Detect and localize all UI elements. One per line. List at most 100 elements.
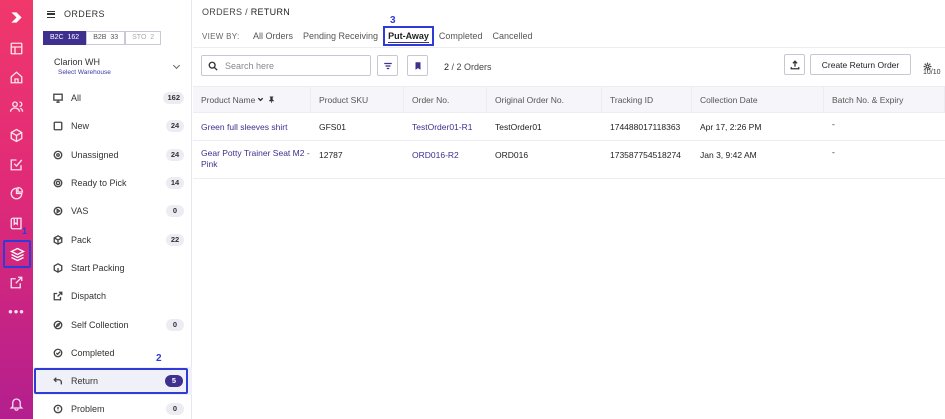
orders-sidebar: ORDERS B2C 162 B2B 33 STO 2 Clarion WH S…	[33, 0, 192, 419]
chevron-down-icon[interactable]	[172, 61, 181, 70]
monitor-icon	[53, 93, 63, 103]
count-badge: 24	[166, 148, 184, 161]
count-badge: 0	[166, 403, 184, 416]
app-root: ••• 1 ORDERS B2C 162 B2B 33 STO 2 Clario…	[0, 0, 945, 419]
orders-layers-icon[interactable]	[3, 240, 31, 268]
sidebar-item-unassigned[interactable]: Unassigned 24	[33, 141, 192, 169]
search-box[interactable]	[201, 55, 371, 76]
home-icon[interactable]	[7, 68, 26, 87]
search-input[interactable]	[225, 60, 365, 71]
users-icon[interactable]	[7, 97, 26, 116]
returns-table: Product Name Product SKU Order No. Origi…	[193, 86, 945, 179]
sidebar-item-dispatch[interactable]: Dispatch	[33, 282, 192, 310]
tab-pending-receiving[interactable]: Pending Receiving	[298, 26, 383, 46]
sidebar-item-new[interactable]: New 24	[33, 112, 192, 140]
sidebar-item-label: Ready to Pick	[71, 178, 127, 189]
brand-logo-icon[interactable]	[7, 8, 26, 27]
sidebar-item-pack[interactable]: Pack 22	[33, 225, 192, 253]
sidebar-item-vas[interactable]: VAS 0	[33, 197, 192, 225]
column-settings-icon[interactable]	[923, 58, 932, 71]
filter-icon	[383, 62, 392, 69]
col-product-sku[interactable]: Product SKU	[311, 87, 404, 112]
more-dots-icon[interactable]: •••	[7, 302, 26, 321]
count-badge: 14	[166, 177, 184, 190]
sidebar-item-all[interactable]: All 162	[33, 84, 192, 112]
warehouse-selector[interactable]: Clarion WH Select Warehouse	[54, 57, 111, 76]
col-order-no[interactable]: Order No.	[404, 87, 487, 112]
sidebar-title: ORDERS	[64, 9, 105, 19]
column-count: 10/10	[923, 69, 941, 76]
bookmark-button[interactable]	[407, 55, 428, 76]
sidebar-nav: All 162 New 24 Unassigned 24 Ready to Pi…	[33, 84, 192, 419]
channel-chips: B2C 162 B2B 33 STO 2	[43, 31, 162, 45]
sidebar-item-start-packing[interactable]: Start Packing	[33, 254, 192, 282]
sidebar-item-problem[interactable]: Problem 0	[33, 395, 192, 419]
sidebar-item-label: Start Packing	[71, 262, 125, 273]
sidebar-item-label: New	[71, 121, 90, 132]
table-row[interactable]: Gear Potty Trainer Seat M2 - Pink 12787 …	[193, 141, 945, 179]
external-link-icon	[53, 291, 63, 301]
sidebar-item-completed[interactable]: Completed	[33, 339, 192, 367]
checkbox-edit-icon[interactable]	[7, 155, 26, 174]
order-count: 2 / 2 Orders	[444, 62, 492, 72]
breadcrumb-root[interactable]: ORDERS	[202, 7, 242, 17]
select-warehouse-link[interactable]: Select Warehouse	[54, 69, 111, 76]
divider	[193, 47, 945, 48]
filter-button[interactable]	[377, 55, 398, 76]
upload-icon	[790, 59, 799, 69]
hamburger-menu-icon[interactable]	[47, 10, 55, 18]
tab-cancelled[interactable]: Cancelled	[487, 26, 537, 46]
warehouse-name: Clarion WH	[54, 57, 101, 67]
order-no-link[interactable]: TestOrder01-R1	[404, 113, 487, 140]
pin-icon[interactable]	[268, 96, 275, 103]
count-badge: 5	[165, 375, 183, 388]
tab-completed[interactable]: Completed	[434, 26, 488, 46]
sidebar-item-label: Problem	[71, 404, 105, 415]
product-name-link[interactable]: Gear Potty Trainer Seat M2 - Pink	[193, 141, 311, 178]
create-return-order-button[interactable]: Create Return Order	[810, 54, 911, 75]
sidebar-item-self-collection[interactable]: Self Collection 0	[33, 310, 192, 338]
annotation-marker-2: 2	[156, 353, 162, 364]
col-collection-date[interactable]: Collection Date	[692, 87, 824, 112]
export-upload-button[interactable]	[784, 54, 805, 75]
product-name-link[interactable]: Green full sleeves shirt	[193, 113, 311, 140]
return-arrow-icon	[53, 376, 63, 386]
annotation-marker-1: 1	[22, 226, 28, 236]
order-no-link[interactable]: ORD016-R2	[404, 141, 487, 178]
check-circle-icon	[53, 348, 63, 358]
col-original-order-no[interactable]: Original Order No.	[487, 87, 602, 112]
product-sku: GFS01	[319, 122, 346, 132]
chip-sto[interactable]: STO 2	[125, 31, 162, 45]
table-row[interactable]: Green full sleeves shirt GFS01 TestOrder…	[193, 113, 945, 141]
chip-b2b[interactable]: B2B 33	[86, 31, 126, 45]
share-external-icon[interactable]	[7, 273, 26, 292]
dashboard-icon[interactable]	[7, 39, 26, 58]
sidebar-item-ready-to-pick[interactable]: Ready to Pick 14	[33, 169, 192, 197]
package-icon	[53, 262, 63, 273]
chevron-down-icon[interactable]	[257, 96, 264, 103]
sidebar-header: ORDERS	[47, 9, 105, 19]
col-batch-expiry[interactable]: Batch No. & Expiry	[824, 87, 945, 112]
table-header: Product Name Product SKU Order No. Origi…	[193, 86, 945, 113]
sidebar-item-label: Completed	[71, 347, 115, 358]
compass-icon	[53, 320, 63, 330]
square-icon	[53, 121, 63, 131]
sidebar-item-return[interactable]: Return 5	[33, 366, 192, 396]
pie-chart-icon[interactable]	[7, 184, 26, 203]
cube-icon[interactable]	[7, 126, 26, 145]
sidebar-item-label: Dispatch	[71, 291, 107, 302]
col-tracking-id[interactable]: Tracking ID	[602, 87, 692, 112]
breadcrumb-current: RETURN	[250, 7, 291, 17]
sidebar-item-label: All	[71, 93, 82, 104]
col-product-name[interactable]: Product Name	[193, 87, 311, 112]
product-sku: 12787	[319, 150, 343, 160]
play-circle-icon	[53, 206, 63, 216]
chip-b2c[interactable]: B2C 162	[43, 31, 87, 45]
bell-icon[interactable]	[7, 394, 26, 413]
search-icon	[208, 61, 218, 71]
tracking-id: 174488017118363	[610, 122, 681, 132]
alert-circle-icon	[53, 404, 63, 414]
tab-put-away[interactable]: Put-Away	[383, 26, 434, 46]
tab-all-orders[interactable]: All Orders	[248, 26, 298, 46]
sidebar-item-label: Unassigned	[71, 149, 119, 160]
